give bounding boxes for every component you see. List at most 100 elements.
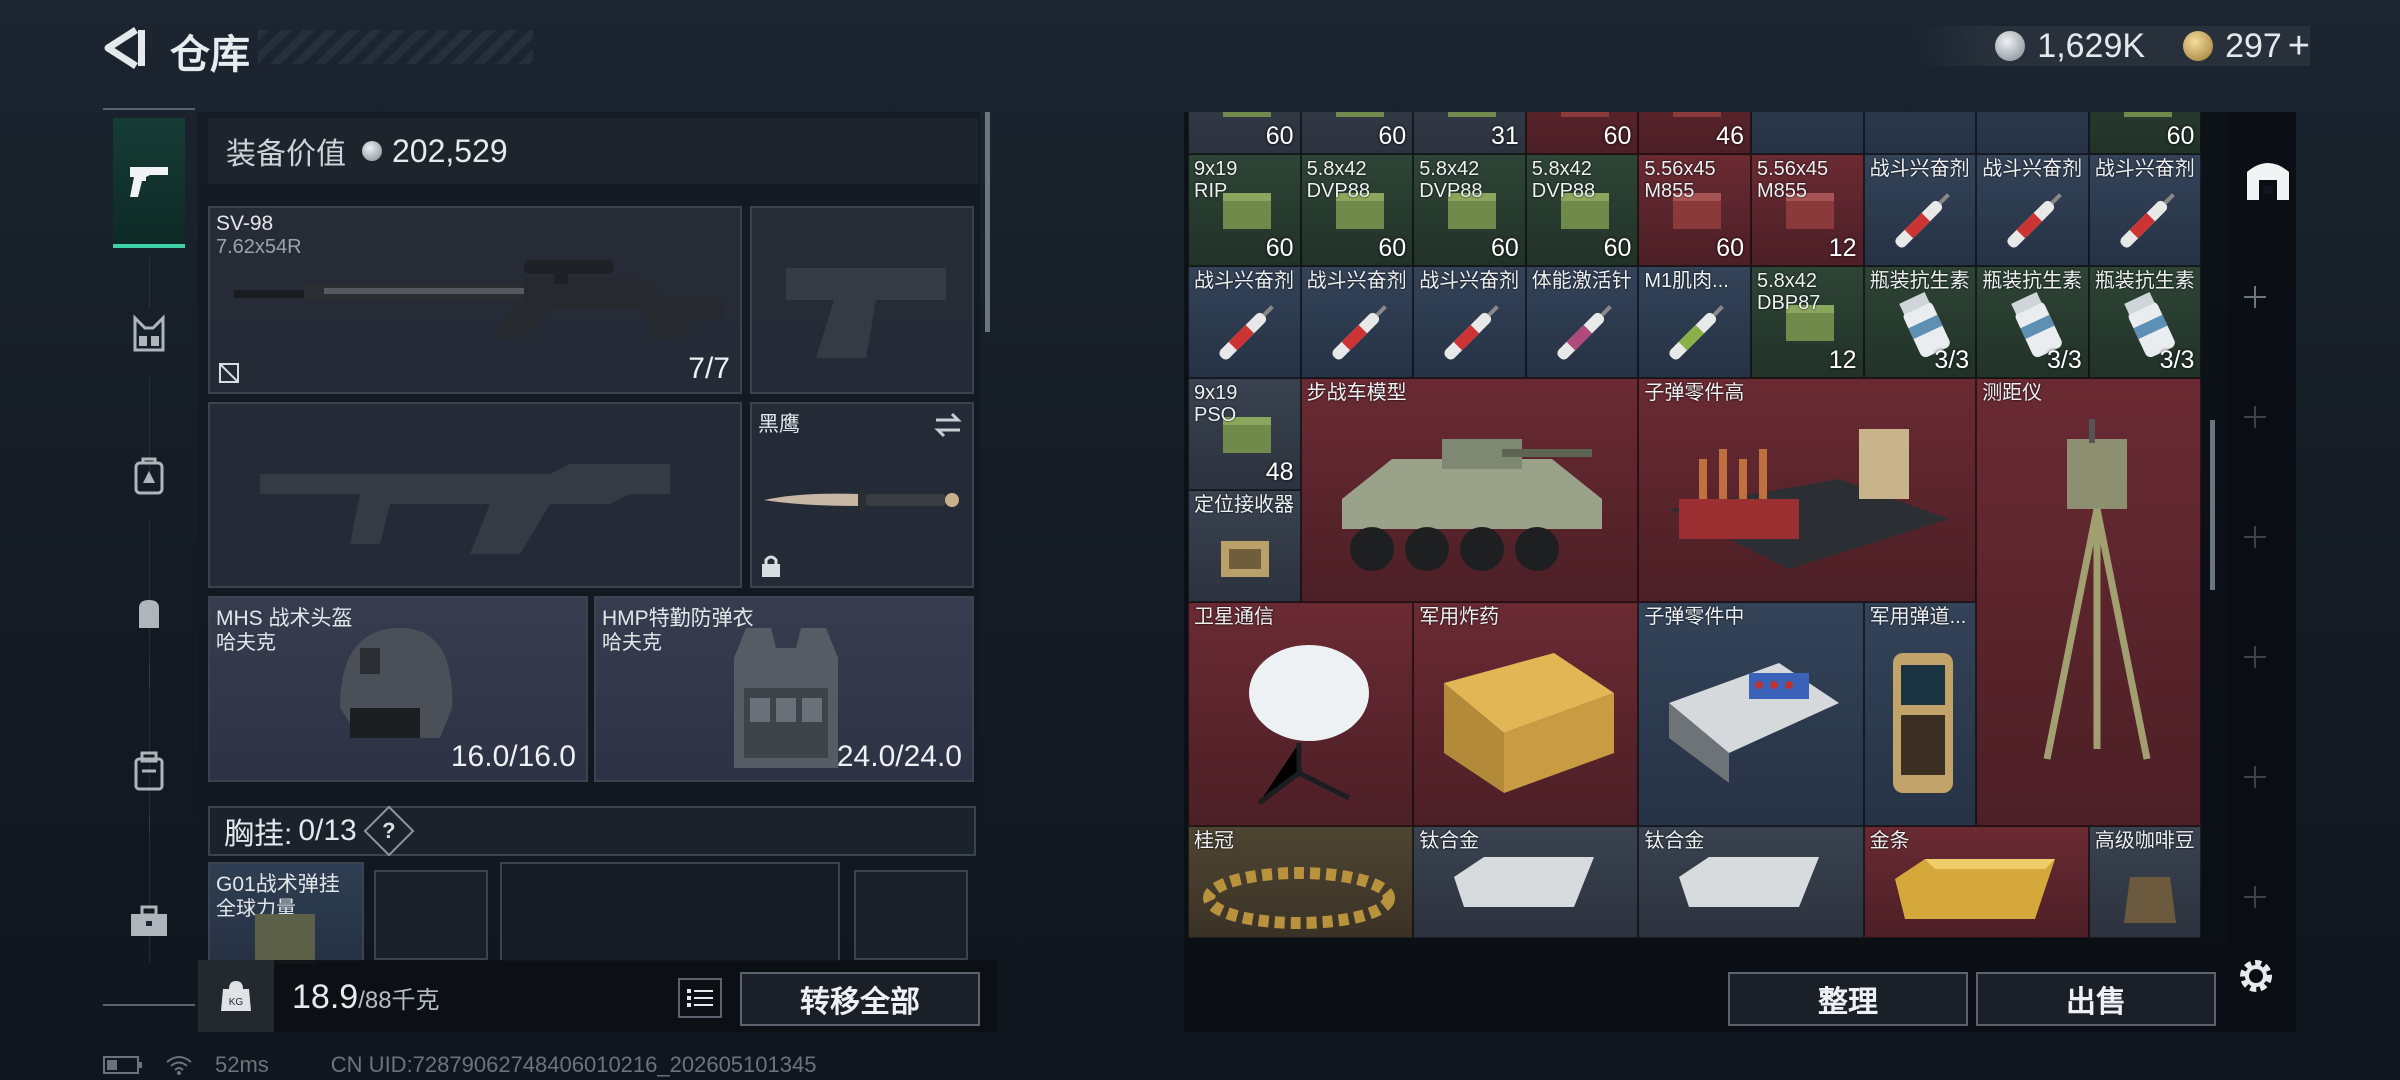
stash-item[interactable]: 9x19 RIP 60 [1188,154,1301,266]
tab-container[interactable] [113,736,185,808]
item-count: 3/3 [2159,346,2195,374]
stash-item[interactable]: 卫星通信 [1188,602,1414,826]
pistol-slot[interactable] [750,206,974,394]
primary-weapon-slot[interactable]: SV-98 7.62x54R 7/7 [208,206,742,394]
list-view-button[interactable] [678,978,722,1018]
gold-add-button[interactable]: + [2288,25,2310,68]
injector-image [2007,193,2063,248]
stash-item[interactable]: 5.8x42 DVP88 60 [1300,154,1414,266]
stash-item[interactable]: 体能激活针 [1525,266,1639,378]
stash-item[interactable]: 瓶装抗生素 3/3 [1976,266,2089,378]
rig-pocket-1[interactable] [374,870,488,960]
tab-weapons[interactable] [113,118,185,248]
stash-item[interactable]: 5.8x42 DVP88 60 [1525,154,1639,266]
stash-item[interactable]: 定位接收器 [1188,490,1301,602]
sort-button[interactable]: 整理 [1728,972,1968,1026]
parts-case-image [1669,663,1840,783]
stash-grid: 60 60 31 60 46 60 9x19 RIP 60 5.8x42 DVP88 60 5.8x… [1188,112,2202,958]
settings-gear-icon[interactable] [2234,954,2278,998]
titanium-ingot-image [1679,857,1820,907]
add-stash-tab-button[interactable] [2244,646,2266,668]
item-label: 战斗兴奋剂 [1982,158,2083,180]
stash-item-row0[interactable]: 60 [2088,112,2202,154]
stash-item-row0[interactable]: 46 [1638,112,1751,154]
chest-rig-slot[interactable]: G01战术弹挂 全球力量 [208,862,364,964]
stash-item-row0[interactable]: 31 [1413,112,1526,154]
transfer-all-button[interactable]: 转移全部 [740,972,980,1026]
stash-item[interactable]: 桂冠 [1188,826,1414,938]
armor-brand: 哈夫克 [602,632,662,654]
status-bar: 52ms CN UID:7287906274840601​0216_202605… [103,1052,816,1078]
stash-item-row0[interactable] [1751,112,1864,154]
item-count: 60 [1716,234,1744,262]
stash-item-row0[interactable]: 60 [1525,112,1639,154]
stash-item[interactable]: 战斗兴奋剂 [2088,154,2202,266]
help-button[interactable]: ? [363,805,415,857]
stash-item[interactable]: 5.8x42 DBP87 12 [1751,266,1864,378]
stash-item[interactable]: 战斗兴奋剂 [1976,154,2089,266]
stash-item[interactable]: 金条 [1863,826,2089,938]
stash-item[interactable]: 瓶装抗生素 3/3 [2088,266,2202,378]
item-label: 子弹零件中 [1644,606,1745,628]
loadout-scrollbar[interactable] [985,112,990,332]
injector-image [1444,305,1500,360]
stash-item[interactable]: 瓶装抗生素 3/3 [1863,266,1977,378]
no-insurance-icon [219,363,239,383]
stash-item[interactable]: 5.8x42 DVP88 60 [1413,154,1526,266]
stash-item-row0[interactable] [1976,112,2089,154]
weight-current: 18.9 [292,978,359,1016]
stash-item[interactable]: 战斗兴奋剂 [1300,266,1414,378]
add-stash-tab-button[interactable] [2244,766,2266,788]
stash-item[interactable]: 测距仪 [1976,378,2202,826]
tab-toolbox[interactable] [113,886,185,958]
injector-image [1557,305,1612,360]
injector-image [2120,193,2175,248]
stash-item[interactable]: 战斗兴奋剂 [1863,154,1977,266]
stash-item[interactable]: 9x19 PSO 48 [1188,378,1301,490]
currency-bar: 1,629K 297 + [1915,25,2310,68]
rig-pocket-2[interactable] [500,862,840,962]
silver-amount: 1,629K [2037,26,2146,65]
stash-item[interactable]: 军用炸药 [1413,602,1639,826]
stash-item[interactable]: 子弹零件高 [1638,378,1977,602]
stash-item[interactable]: 战斗兴奋剂 [1188,266,1301,378]
armor-slot[interactable]: HMP特勤防弹衣 哈夫克 24.0/24.0 [594,596,974,782]
stash-item[interactable]: 5.56x45 M855 60 [1638,154,1751,266]
add-stash-tab-button[interactable] [2244,286,2266,308]
item-count: 48 [1265,458,1294,486]
tab-backpack[interactable] [113,440,185,512]
add-stash-tab-button[interactable] [2244,406,2266,428]
stash-item[interactable]: 5.56x45 M855 12 [1751,154,1864,266]
item-label: 9x19 RIP [1194,158,1238,202]
stash-item[interactable]: 钛合金 [1638,826,1864,938]
stash-item[interactable]: 军用弹道... [1863,602,1977,826]
tab-gear[interactable] [113,298,185,370]
rig-pocket-3[interactable] [854,870,968,960]
stash-item[interactable]: 高级咖啡豆 [2088,826,2202,938]
secondary-weapon-slot[interactable] [208,402,742,588]
stash-item[interactable]: 钛合金 [1413,826,1639,938]
silver-coin-icon [1995,31,2026,61]
item-count: 60 [1265,234,1294,262]
add-stash-tab-button[interactable] [2244,526,2266,548]
stash-item-row0[interactable] [1863,112,1977,154]
stash-item[interactable]: 战斗兴奋剂 [1413,266,1526,378]
sell-button[interactable]: 出售 [1976,972,2216,1026]
add-stash-tab-button[interactable] [2244,886,2266,908]
tab-pouch[interactable] [113,578,185,650]
stash-item[interactable]: M1肌肉... [1638,266,1751,378]
swap-arrows-icon[interactable] [932,412,964,438]
item-count: 60 [1603,234,1632,262]
stash-scrollbar[interactable] [2210,420,2215,590]
stash-item[interactable]: 步战车模型 [1300,378,1639,602]
stash-item-row0[interactable]: 60 [1188,112,1301,154]
helmet-slot[interactable]: MHS 战术头盔 哈夫克 16.0/16.0 [208,596,588,782]
stash-item-row0[interactable]: 60 [1300,112,1414,154]
back-arrow-icon[interactable] [100,26,150,70]
item-label: 战斗兴奋剂 [1306,270,1407,292]
melee-slot[interactable]: 黑鹰 [750,402,974,588]
stash-item[interactable]: 子弹零件中 [1638,602,1864,826]
tab-stash[interactable] [2242,148,2294,208]
gold-bar-image [1894,859,2055,919]
pouch-icon [139,600,159,628]
